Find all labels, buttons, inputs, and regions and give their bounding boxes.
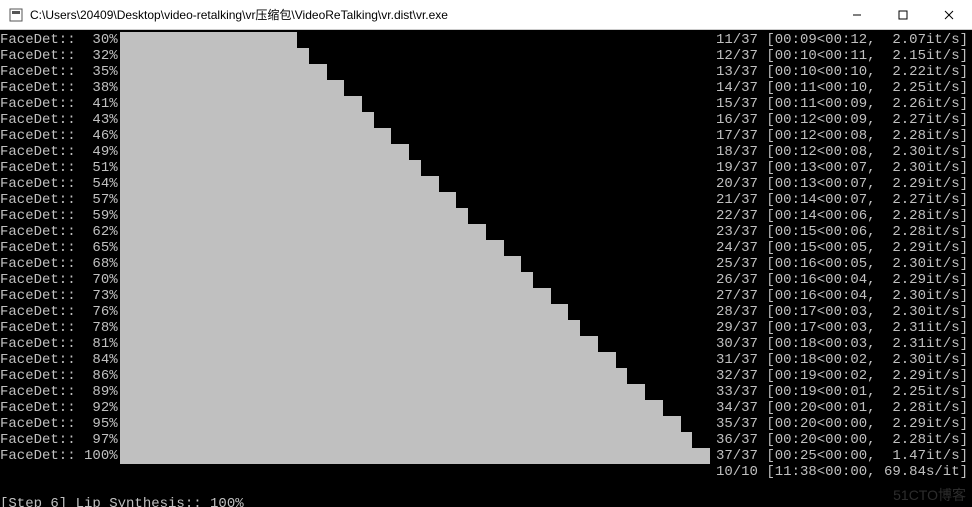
progress-bar — [120, 304, 710, 320]
progress-label: FaceDet:: 95% — [0, 416, 118, 432]
progress-stats: 15/37 [00:11<00:09, 2.26it/s] — [716, 96, 968, 112]
progress-bar — [120, 224, 710, 240]
progress-stats: 16/37 [00:12<00:09, 2.27it/s] — [716, 112, 968, 128]
progress-bar — [120, 96, 710, 112]
progress-stats: 31/37 [00:18<00:02, 2.30it/s] — [716, 352, 968, 368]
progress-stats: 14/37 [00:11<00:10, 2.25it/s] — [716, 80, 968, 96]
progress-label: FaceDet:: 84% — [0, 352, 118, 368]
progress-stats: 10/10 [11:38<00:00, 69.84s/it] — [716, 464, 968, 480]
progress-bar — [120, 144, 710, 160]
progress-bar — [120, 176, 710, 192]
progress-stats: 13/37 [00:10<00:10, 2.22it/s] — [716, 64, 968, 80]
progress-label: FaceDet:: 38% — [0, 80, 118, 96]
progress-label: FaceDet:: 49% — [0, 144, 118, 160]
progress-stats: 17/37 [00:12<00:08, 2.28it/s] — [716, 128, 968, 144]
progress-bar — [120, 48, 710, 64]
progress-label: FaceDet:: 97% — [0, 432, 118, 448]
progress-stats: 30/37 [00:18<00:03, 2.31it/s] — [716, 336, 968, 352]
window-title: C:\Users\20409\Desktop\video-retalking\v… — [30, 6, 834, 23]
progress-stats: 25/37 [00:16<00:05, 2.30it/s] — [716, 256, 968, 272]
progress-stats: 21/37 [00:14<00:07, 2.27it/s] — [716, 192, 968, 208]
progress-label: FaceDet:: 30% — [0, 32, 118, 48]
progress-bar — [120, 320, 710, 336]
progress-stats: 36/37 [00:20<00:00, 2.28it/s] — [716, 432, 968, 448]
progress-stats: 27/37 [00:16<00:04, 2.30it/s] — [716, 288, 968, 304]
title-bar: C:\Users\20409\Desktop\video-retalking\v… — [0, 0, 972, 30]
step-line: [Step 6] Lip Synthesis:: 100% — [0, 496, 244, 507]
progress-stats: 29/37 [00:17<00:03, 2.31it/s] — [716, 320, 968, 336]
progress-bar — [120, 64, 710, 80]
minimize-button[interactable] — [834, 0, 880, 29]
progress-stats: 24/37 [00:15<00:05, 2.29it/s] — [716, 240, 968, 256]
console-output[interactable]: FaceDet:: 30%FaceDet:: 32%FaceDet:: 35%F… — [0, 30, 972, 507]
progress-bar — [120, 416, 710, 432]
progress-bar — [120, 288, 710, 304]
progress-bar — [120, 432, 710, 448]
progress-bar — [120, 112, 710, 128]
progress-label: FaceDet:: 43% — [0, 112, 118, 128]
progress-label: FaceDet:: 100% — [0, 448, 118, 464]
progress-label: FaceDet:: 68% — [0, 256, 118, 272]
watermark: 51CTO博客 — [893, 487, 966, 503]
progress-label: FaceDet:: 54% — [0, 176, 118, 192]
progress-label: FaceDet:: 41% — [0, 96, 118, 112]
close-button[interactable] — [926, 0, 972, 29]
progress-label: FaceDet:: 35% — [0, 64, 118, 80]
progress-bar — [120, 384, 710, 400]
maximize-button[interactable] — [880, 0, 926, 29]
progress-stats: 32/37 [00:19<00:02, 2.29it/s] — [716, 368, 968, 384]
progress-label: FaceDet:: 92% — [0, 400, 118, 416]
progress-stats: 22/37 [00:14<00:06, 2.28it/s] — [716, 208, 968, 224]
progress-label: FaceDet:: 81% — [0, 336, 118, 352]
progress-label: FaceDet:: 32% — [0, 48, 118, 64]
progress-bar — [120, 272, 710, 288]
progress-stats: 11/37 [00:09<00:12, 2.07it/s] — [716, 32, 968, 48]
progress-bar — [120, 256, 710, 272]
progress-stats: 37/37 [00:25<00:00, 1.47it/s] — [716, 448, 968, 464]
progress-label: FaceDet:: 76% — [0, 304, 118, 320]
progress-stats: 26/37 [00:16<00:04, 2.29it/s] — [716, 272, 968, 288]
progress-stats: 23/37 [00:15<00:06, 2.28it/s] — [716, 224, 968, 240]
progress-bar — [120, 368, 710, 384]
app-icon — [8, 7, 24, 23]
progress-stats: 19/37 [00:13<00:07, 2.30it/s] — [716, 160, 968, 176]
progress-bar — [120, 192, 710, 208]
progress-label: FaceDet:: 86% — [0, 368, 118, 384]
progress-bar — [120, 160, 710, 176]
progress-stats: 20/37 [00:13<00:07, 2.29it/s] — [716, 176, 968, 192]
progress-bar — [120, 240, 710, 256]
progress-bar — [120, 128, 710, 144]
progress-stats: 12/37 [00:10<00:11, 2.15it/s] — [716, 48, 968, 64]
progress-label: FaceDet:: 89% — [0, 384, 118, 400]
progress-bar — [120, 352, 710, 368]
progress-label: FaceDet:: 57% — [0, 192, 118, 208]
progress-stats: 34/37 [00:20<00:01, 2.28it/s] — [716, 400, 968, 416]
bottom-lines: [Step 6] Lip Synthesis:: 100% outfile: r… — [0, 464, 244, 507]
progress-label: FaceDet:: 65% — [0, 240, 118, 256]
progress-bar — [120, 448, 710, 464]
progress-bar — [120, 400, 710, 416]
progress-bar — [120, 80, 710, 96]
progress-label: FaceDet:: 62% — [0, 224, 118, 240]
progress-stats: 33/37 [00:19<00:01, 2.25it/s] — [716, 384, 968, 400]
progress-label: FaceDet:: 70% — [0, 272, 118, 288]
window-controls — [834, 0, 972, 29]
progress-stats: 35/37 [00:20<00:00, 2.29it/s] — [716, 416, 968, 432]
progress-label: FaceDet:: 78% — [0, 320, 118, 336]
progress-stats: 18/37 [00:12<00:08, 2.30it/s] — [716, 144, 968, 160]
progress-stats: 28/37 [00:17<00:03, 2.30it/s] — [716, 304, 968, 320]
progress-bar — [120, 32, 710, 48]
progress-label: FaceDet:: 51% — [0, 160, 118, 176]
progress-bar — [120, 336, 710, 352]
progress-label: FaceDet:: 59% — [0, 208, 118, 224]
progress-bar — [120, 208, 710, 224]
progress-label: FaceDet:: 46% — [0, 128, 118, 144]
progress-label: FaceDet:: 73% — [0, 288, 118, 304]
